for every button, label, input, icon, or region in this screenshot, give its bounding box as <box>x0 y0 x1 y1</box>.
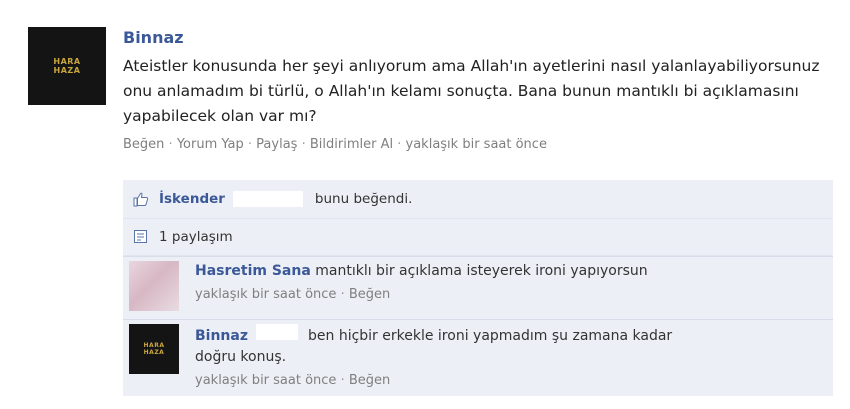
notifications-link[interactable]: Bildirimler Al <box>310 137 393 152</box>
likes-text: bunu beğendi. <box>314 191 413 207</box>
commenter-avatar[interactable]: HARA HAZA <box>129 324 179 374</box>
feedback-box: İskender bunu beğendi. 1 paylaşım Hasret… <box>123 180 833 396</box>
separator: · <box>168 137 173 152</box>
comment: HARA HAZA Binnaz ben hiçbir erkekle ironi … <box>123 319 833 396</box>
comment-text: mantıklı bir açıklama isteyerek ironi ya… <box>315 263 648 279</box>
comment-like-link[interactable]: Beğen <box>349 373 390 388</box>
post-text: Ateistler konusunda her şeyi anlıyorum a… <box>123 57 820 125</box>
commenter-avatar[interactable] <box>129 261 179 311</box>
commenter-name[interactable]: Binnaz <box>195 328 248 344</box>
separator: · <box>340 287 345 302</box>
like-link[interactable]: Beğen <box>123 137 164 152</box>
share-link[interactable]: Paylaş <box>256 137 297 152</box>
separator: · <box>301 137 306 152</box>
redacted-surname <box>256 324 298 340</box>
shares-count[interactable]: 1 paylaşım <box>159 229 233 245</box>
comment-body: Binnaz ben hiçbir erkekle ironi yapmadım … <box>195 324 715 391</box>
comment-body: Hasretim Sana mantıklı bir açıklama iste… <box>195 261 795 305</box>
shares-row[interactable]: 1 paylaşım <box>123 219 833 256</box>
avatar-logo: HARA HAZA <box>143 342 165 356</box>
post-author[interactable]: Binnaz <box>123 28 823 48</box>
likes-row: İskender bunu beğendi. <box>123 180 833 219</box>
comment-meta: yaklaşık bir saat önce · Beğen <box>195 370 715 391</box>
comment: Hasretim Sana mantıklı bir açıklama iste… <box>123 256 833 319</box>
separator: · <box>340 373 345 388</box>
redacted-surname <box>232 191 303 207</box>
post-timestamp[interactable]: yaklaşık bir saat önce <box>406 137 547 152</box>
author-avatar[interactable]: HARA HAZA <box>28 27 106 105</box>
post: Binnaz Ateistler konusunda her şeyi anlı… <box>123 28 823 154</box>
commenter-name[interactable]: Hasretim Sana <box>195 263 311 279</box>
separator: · <box>247 137 253 152</box>
like-user-link[interactable]: İskender <box>159 191 225 207</box>
comment-timestamp[interactable]: yaklaşık bir saat önce <box>195 287 336 302</box>
avatar-logo: HARA HAZA <box>53 57 81 75</box>
share-icon <box>133 229 149 245</box>
comment-timestamp[interactable]: yaklaşık bir saat önce <box>195 373 336 388</box>
separator: · <box>397 137 402 152</box>
thumbs-up-icon <box>133 191 149 207</box>
comment-meta: yaklaşık bir saat önce · Beğen <box>195 284 795 305</box>
post-actions: Beğen · Yorum Yap · Paylaş · Bildirimler… <box>123 136 823 154</box>
comment-link[interactable]: Yorum Yap <box>177 137 244 152</box>
comment-like-link[interactable]: Beğen <box>349 287 390 302</box>
